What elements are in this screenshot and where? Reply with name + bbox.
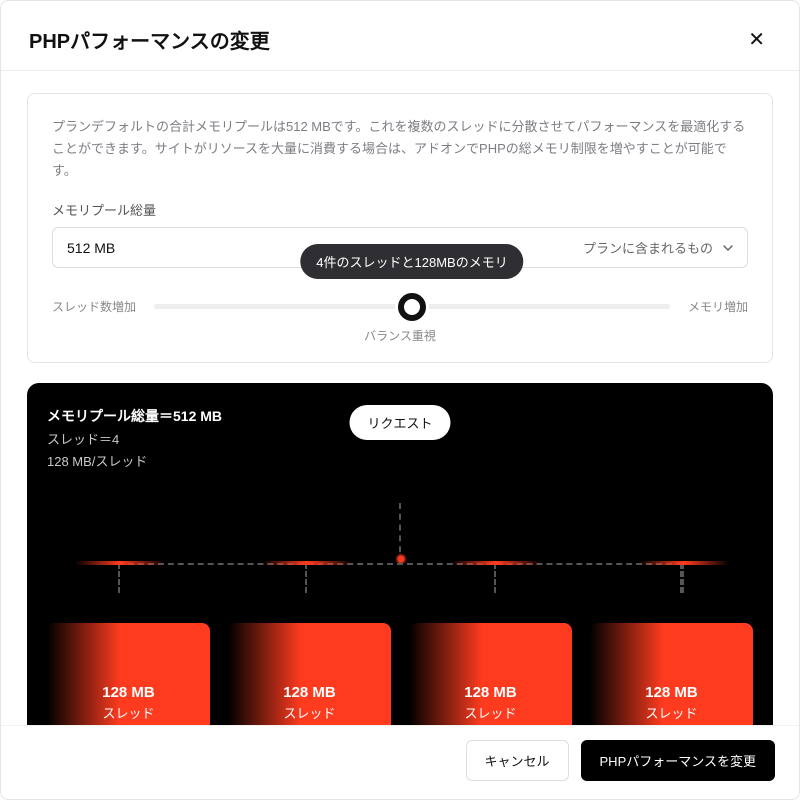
horizontal-branch bbox=[118, 563, 683, 593]
vertical-connector bbox=[399, 503, 401, 563]
cancel-button[interactable]: キャンセル bbox=[466, 740, 569, 781]
thread-sub-label: スレッド bbox=[645, 703, 697, 722]
config-description: プランデフォルトの合計メモリプールは512 MBです。これを複数のスレッドに分散… bbox=[52, 116, 748, 182]
thread-box: 128 MB スレッド bbox=[228, 623, 391, 725]
apply-button[interactable]: PHPパフォーマンスを変更 bbox=[581, 740, 775, 781]
slider-left-label: スレッド数増加 bbox=[52, 298, 136, 315]
memory-pool-label: メモリプール総量 bbox=[52, 200, 748, 219]
thread-sub-label: スレッド bbox=[102, 703, 154, 722]
drop-connector bbox=[682, 563, 684, 593]
request-pill: リクエスト bbox=[349, 405, 450, 440]
modal-header: PHPパフォーマンスの変更 ✕ bbox=[1, 1, 799, 71]
thread-memory-slider: スレッド数増加 4件のスレッドと128MBのメモリ メモリ増加 バランス重視 bbox=[52, 298, 748, 344]
thread-mb-label: 128 MB bbox=[283, 684, 336, 701]
chevron-down-icon bbox=[723, 245, 733, 251]
thread-sub-label: スレッド bbox=[464, 703, 516, 722]
modal-title: PHPパフォーマンスの変更 bbox=[29, 25, 270, 54]
memory-pool-value: 512 MB bbox=[67, 240, 115, 256]
memory-pool-plan-text: プランに含まれるもの bbox=[583, 238, 713, 257]
slider-right-label: メモリ増加 bbox=[688, 298, 748, 315]
thread-mb-label: 128 MB bbox=[464, 684, 517, 701]
distribution-diagram bbox=[47, 503, 753, 623]
thread-mb-label: 128 MB bbox=[645, 684, 698, 701]
close-icon[interactable]: ✕ bbox=[742, 26, 771, 54]
thread-box: 128 MB スレッド bbox=[47, 623, 210, 725]
thread-box: 128 MB スレッド bbox=[409, 623, 572, 725]
slider-center-label: バランス重視 bbox=[52, 327, 748, 344]
modal-footer: キャンセル PHPパフォーマンスを変更 bbox=[1, 725, 799, 799]
modal: PHPパフォーマンスの変更 ✕ プランデフォルトの合計メモリプールは512 MB… bbox=[0, 0, 800, 800]
slider-knob[interactable] bbox=[398, 293, 426, 321]
drop-connector bbox=[305, 563, 307, 593]
thread-mb-label: 128 MB bbox=[102, 684, 155, 701]
modal-body: プランデフォルトの合計メモリプールは512 MBです。これを複数のスレッドに分散… bbox=[1, 71, 799, 725]
visualization-panel: メモリプール総量＝512 MB スレッド＝4 128 MB/スレッド リクエスト… bbox=[27, 383, 773, 725]
drop-connector bbox=[118, 563, 120, 593]
thread-sub-label: スレッド bbox=[283, 703, 335, 722]
slider-track[interactable] bbox=[154, 304, 670, 309]
config-card: プランデフォルトの合計メモリプールは512 MBです。これを複数のスレッドに分散… bbox=[27, 93, 773, 363]
drop-connector bbox=[494, 563, 496, 593]
vis-per-thread: 128 MB/スレッド bbox=[47, 451, 753, 473]
thread-box: 128 MB スレッド bbox=[590, 623, 753, 725]
thread-row: 128 MB スレッド 128 MB スレッド 128 MB スレッド 128 … bbox=[47, 623, 753, 725]
slider-tooltip: 4件のスレッドと128MBのメモリ bbox=[300, 244, 523, 279]
